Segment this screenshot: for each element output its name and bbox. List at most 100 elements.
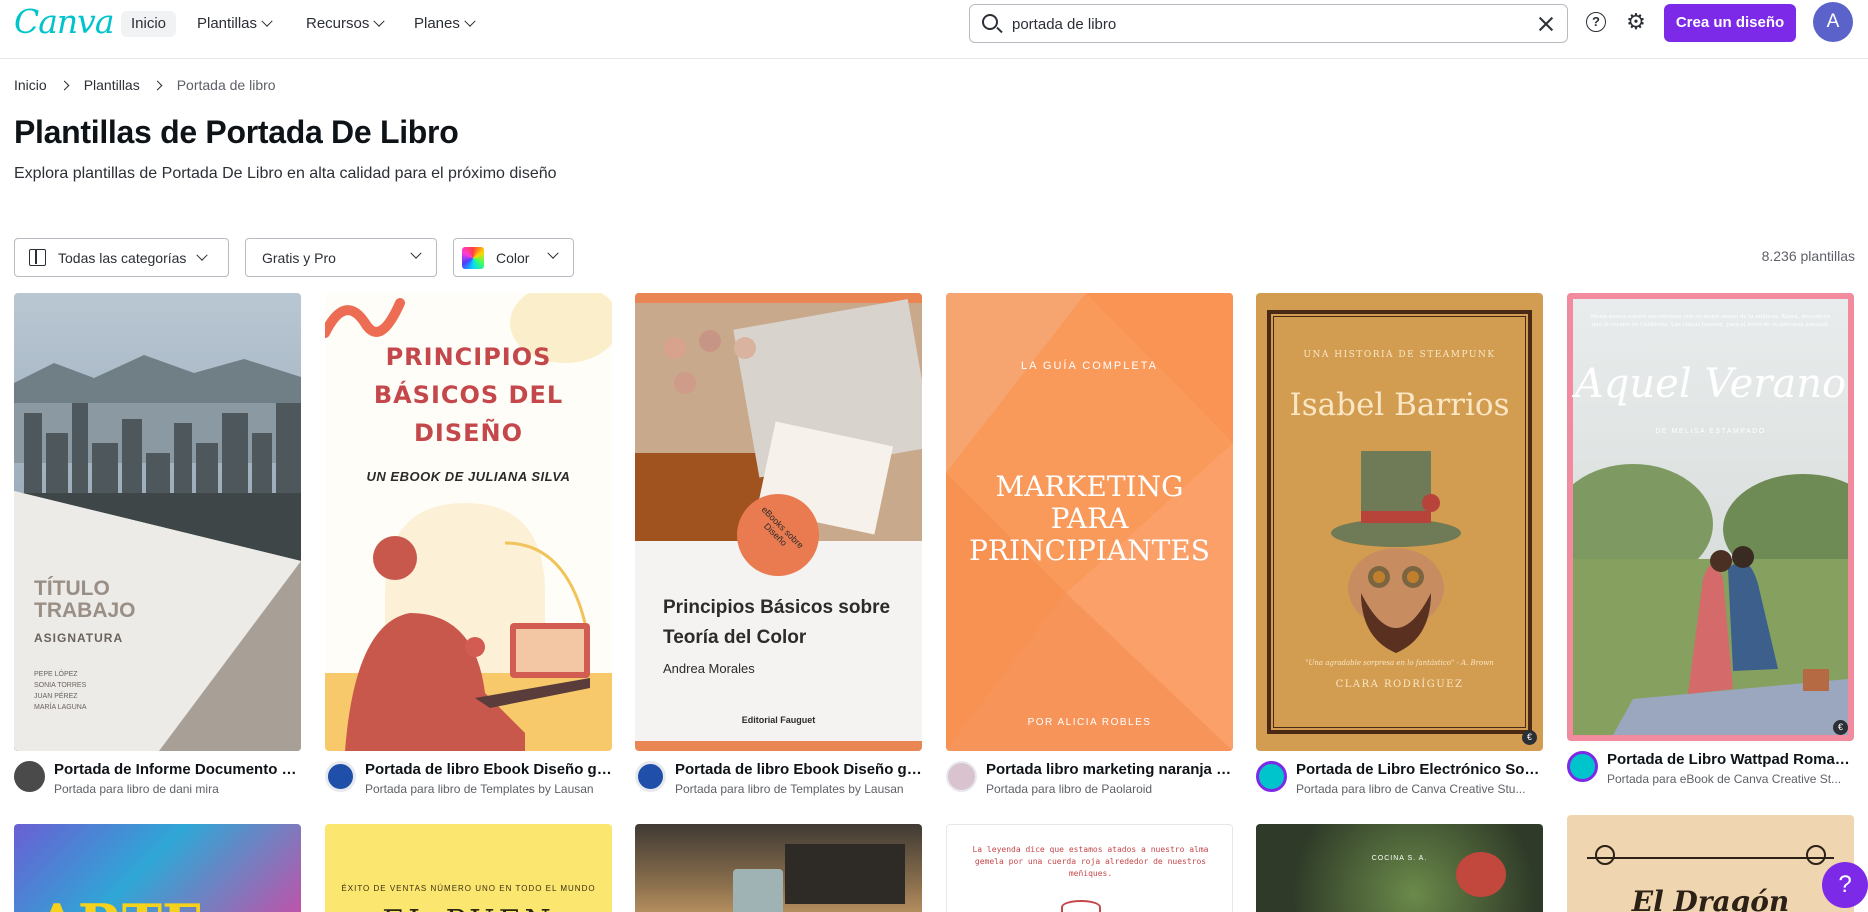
cover-title-line: DISEÑO [413, 419, 524, 447]
card-creator[interactable]: Portada para libro de Paolaroid [986, 782, 1236, 796]
card-title[interactable]: Portada de libro Ebook Diseño grá... [365, 761, 615, 778]
nav-inicio[interactable]: Inicio [121, 11, 177, 37]
nav-planes[interactable]: Planes [404, 11, 484, 37]
chevron-down-icon [410, 247, 422, 259]
cover-title: ARTE [36, 892, 203, 912]
cover-title: Isabel Barrios [1289, 387, 1510, 423]
template-thumbnail[interactable]: eBooks sobre Diseño Principios Básicos s… [635, 293, 922, 751]
breadcrumb: Inicio Plantillas Portada de libro [14, 77, 276, 93]
nav-plantillas[interactable]: Plantillas [187, 11, 281, 37]
cover-blurb: La leyenda dice que estamos atados a nue… [972, 845, 1209, 878]
cover-title: Aquel Verano [1574, 361, 1847, 407]
close-icon[interactable] [1537, 15, 1555, 33]
template-thumbnail[interactable]: ARTE [14, 824, 301, 912]
template-card[interactable]: María nunca esperó encontrarse con su me… [1567, 293, 1854, 741]
cover-blurb: María nunca esperó encontrarse con su me… [1590, 314, 1831, 328]
cover-title-line: TRABAJO [34, 599, 136, 622]
card-creator[interactable]: Portada para libro de dani mira [54, 782, 304, 796]
chevron-down-icon [373, 15, 386, 27]
help-chat-button[interactable]: ? [1822, 862, 1868, 908]
template-thumbnail[interactable]: LA GUÍA COMPLETA MARKETING PARA PRINCIPI… [946, 293, 1233, 751]
pro-crown-icon: € [1833, 720, 1848, 735]
cover-title-line: TÍTULO [34, 577, 110, 600]
creator-avatar[interactable] [14, 761, 45, 792]
template-thumbnail[interactable]: UNA HISTORIA DE STEAMPUNK Isabel Barrios… [1256, 293, 1543, 751]
layout-icon [29, 249, 46, 266]
cover-name: JUAN PÉREZ [34, 693, 78, 700]
card-title[interactable]: Portada de Informe Documento Pr... [54, 761, 304, 778]
gear-icon[interactable]: ⚙ [1625, 11, 1647, 33]
template-thumbnail[interactable]: COCINA S. A. [1256, 824, 1543, 912]
search-box[interactable] [969, 4, 1568, 43]
help-icon[interactable]: ? [1586, 12, 1606, 32]
color-swatch-icon [462, 246, 484, 269]
cover-title-line: MARKETING [995, 470, 1184, 503]
creator-avatar[interactable] [1256, 761, 1287, 792]
price-filter-label: Gratis y Pro [262, 249, 336, 266]
chevron-down-icon [547, 247, 559, 259]
breadcrumb-plantillas[interactable]: Plantillas [84, 77, 140, 93]
search-icon [982, 14, 998, 30]
nav-recursos[interactable]: Recursos [296, 11, 393, 37]
avatar[interactable]: A [1813, 2, 1853, 42]
creator-avatar[interactable] [1567, 751, 1598, 782]
cover-author: CLARA RODRÍGUEZ [1335, 679, 1464, 690]
cover-title-line: PRINCIPIANTES [969, 534, 1210, 567]
creator-avatar[interactable] [635, 761, 666, 792]
card-title[interactable]: Portada de Libro Electrónico Som... [1296, 761, 1546, 778]
canva-logo[interactable]: Canva [14, 2, 114, 41]
page-title: Plantillas de Portada De Libro [14, 114, 459, 150]
template-card[interactable]: eBooks sobre Diseño Principios Básicos s… [635, 293, 922, 751]
cover-author: DE MELISA ESTAMPADO [1655, 428, 1766, 435]
category-filter[interactable]: Todas las categorías [14, 238, 229, 277]
template-thumbnail[interactable]: TÍTULO TRABAJO ASIGNATURA PEPE LÓPEZ SON… [14, 293, 301, 751]
template-thumbnail[interactable]: El Dragón [1567, 815, 1854, 912]
cover-title-line: PRINCIPIOS [385, 343, 552, 371]
template-card[interactable]: LA GUÍA COMPLETA MARKETING PARA PRINCIPI… [946, 293, 1233, 751]
template-count: 8.236 plantillas [1761, 248, 1855, 264]
nav-plantillas-label: Plantillas [197, 15, 258, 32]
cover-publisher: Editorial Fauguet [741, 715, 816, 725]
chevron-right-icon [152, 80, 163, 90]
color-filter[interactable]: Color [453, 238, 574, 277]
cover-subtitle: ASIGNATURA [34, 631, 124, 645]
template-thumbnail[interactable]: ÉXITO DE VENTAS NÚMERO UNO EN TODO EL MU… [325, 824, 612, 912]
pro-crown-icon: € [1522, 730, 1537, 745]
breadcrumb-inicio[interactable]: Inicio [14, 77, 47, 93]
creator-avatar[interactable] [325, 761, 356, 792]
template-thumbnail[interactable]: La leyenda dice que estamos atados a nue… [946, 824, 1233, 912]
cover-kicker: LA GUÍA COMPLETA [1021, 360, 1158, 372]
card-title[interactable]: Portada libro marketing naranja bl... [986, 761, 1236, 778]
template-card[interactable]: UNA HISTORIA DE STEAMPUNK Isabel Barrios… [1256, 293, 1543, 751]
cover-title-line: Principios Básicos sobre [663, 597, 891, 618]
card-title[interactable]: Portada de Libro Wattpad Romanc... [1607, 751, 1857, 768]
chevron-down-icon [464, 15, 476, 27]
cover-title: El Dragón [1631, 885, 1790, 912]
page-subtitle: Explora plantillas de Portada De Libro e… [14, 165, 557, 182]
cover-name: SONIA TORRES [34, 682, 87, 689]
cover-title-line: BÁSICOS DEL [373, 381, 564, 409]
card-creator[interactable]: Portada para libro de Templates by Lausa… [675, 782, 925, 796]
card-title[interactable]: Portada de libro Ebook Diseño grá... [675, 761, 925, 778]
card-creator[interactable]: Portada para libro de Canva Creative Stu… [1296, 782, 1546, 796]
create-design-button[interactable]: Crea un diseño [1664, 4, 1796, 42]
chevron-down-icon [261, 15, 273, 27]
card-creator[interactable]: Portada para libro de Templates by Lausa… [365, 782, 615, 796]
template-thumbnail[interactable]: PRINCIPIOS BÁSICOS DEL DISEÑO UN EBOOK D… [325, 293, 612, 751]
nav-recursos-label: Recursos [306, 15, 370, 32]
template-thumbnail[interactable]: María nunca esperó encontrarse con su me… [1567, 293, 1854, 741]
template-card[interactable]: PRINCIPIOS BÁSICOS DEL DISEÑO UN EBOOK D… [325, 293, 612, 751]
chevron-down-icon [196, 249, 209, 261]
color-filter-label: Color [496, 249, 530, 266]
nav-planes-label: Planes [414, 15, 460, 32]
cover-name: MARÍA LAGUNA [34, 704, 87, 711]
cover-title: EL PUEN [325, 904, 612, 912]
search-input[interactable] [1012, 12, 1512, 36]
breadcrumb-current: Portada de libro [176, 77, 276, 93]
template-card[interactable]: TÍTULO TRABAJO ASIGNATURA PEPE LÓPEZ SON… [14, 293, 301, 751]
price-filter[interactable]: Gratis y Pro [245, 238, 437, 277]
creator-avatar[interactable] [946, 761, 977, 792]
template-thumbnail[interactable] [635, 824, 922, 912]
card-creator[interactable]: Portada para eBook de Canva Creative St.… [1607, 772, 1857, 786]
top-bar: Canva Inicio Plantillas Recursos Planes … [0, 0, 1868, 59]
